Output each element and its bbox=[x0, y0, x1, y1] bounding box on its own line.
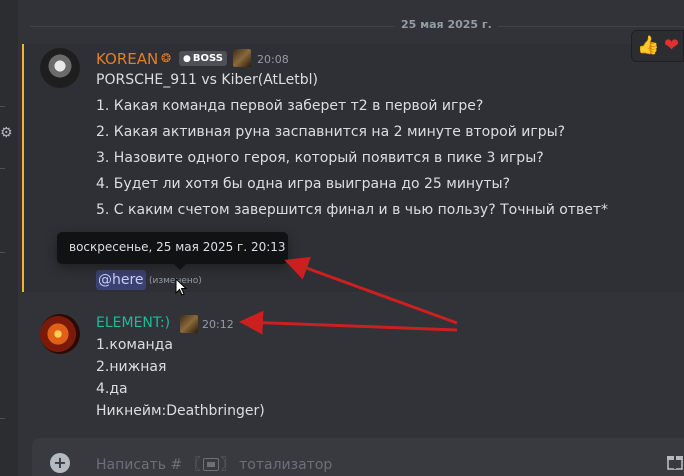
boss-badge[interactable]: ● BOSS bbox=[179, 51, 227, 66]
avatar-element[interactable] bbox=[40, 314, 80, 354]
composer-placeholder[interactable]: Написать # 〖〗 тотализатор bbox=[96, 454, 332, 474]
rail-divider bbox=[0, 106, 5, 107]
message-line: 4.да bbox=[96, 381, 128, 397]
message-line: PORSCHE_911 vs Kiber(AtLetbl) bbox=[96, 72, 318, 88]
rail-divider bbox=[0, 252, 5, 253]
author-korean[interactable]: KOREAN bbox=[96, 50, 158, 68]
role-icon: ❂ bbox=[161, 51, 172, 65]
message-line: 5. С каким счетом завершится финал и в ч… bbox=[96, 202, 608, 218]
mention-here[interactable]: @here bbox=[96, 270, 146, 290]
avatar-korean[interactable] bbox=[40, 48, 80, 88]
heart-icon[interactable]: ❤ bbox=[664, 35, 679, 57]
gear-icon[interactable]: ⚙ bbox=[0, 125, 14, 141]
date-divider-line bbox=[30, 26, 684, 27]
role-image-icon bbox=[233, 49, 251, 67]
timestamp-tooltip: воскресенье, 25 мая 2025 г. 20:13 bbox=[57, 232, 288, 270]
message-line: 2.нижная bbox=[96, 359, 167, 375]
tooltip-arrow bbox=[174, 264, 186, 270]
thumbs-up-icon[interactable]: 👍 bbox=[637, 35, 659, 57]
author-element[interactable]: ELEMENT:) bbox=[96, 315, 170, 331]
channel-emoji-icon bbox=[202, 458, 219, 471]
message-line: 3. Назовите одного героя, который появит… bbox=[96, 150, 544, 166]
reaction-toolbar: 👍 ❤ bbox=[631, 30, 684, 62]
left-rail: ⚙ bbox=[0, 0, 18, 476]
attach-plus-icon[interactable]: + bbox=[50, 453, 70, 473]
rail-divider bbox=[0, 418, 5, 419]
boss-badge-label: BOSS bbox=[192, 53, 223, 64]
message-line: 2. Какая активная руна заспавнится на 2 … bbox=[96, 124, 566, 140]
rail-divider bbox=[0, 168, 5, 169]
placeholder-channel: тотализатор bbox=[239, 457, 333, 473]
tooltip-text: воскресенье, 25 мая 2025 г. 20:13 bbox=[69, 240, 286, 254]
mention-highlight-bar bbox=[22, 44, 24, 292]
badge-icon: ● bbox=[183, 54, 191, 64]
placeholder-prefix: Написать # bbox=[96, 457, 183, 473]
date-divider: 25 мая 2025 г. bbox=[395, 18, 498, 31]
message-line: Никнейм:Deathbringer) bbox=[96, 403, 265, 419]
message-line: 1. Какая команда первой заберет т2 в пер… bbox=[96, 98, 484, 114]
gift-icon[interactable] bbox=[666, 452, 684, 470]
message-line: 4. Будет ли хотя бы одна игра выиграна д… bbox=[96, 176, 511, 192]
role-image-icon bbox=[180, 315, 198, 333]
timestamp-element[interactable]: 20:12 bbox=[202, 318, 234, 331]
timestamp-korean[interactable]: 20:08 bbox=[257, 53, 289, 66]
arrow-to-timestamp bbox=[239, 310, 458, 335]
message-line: 1.команда bbox=[96, 337, 173, 353]
message-composer[interactable]: + Написать # 〖〗 тотализатор bbox=[32, 438, 684, 476]
mouse-cursor-icon bbox=[175, 278, 187, 296]
